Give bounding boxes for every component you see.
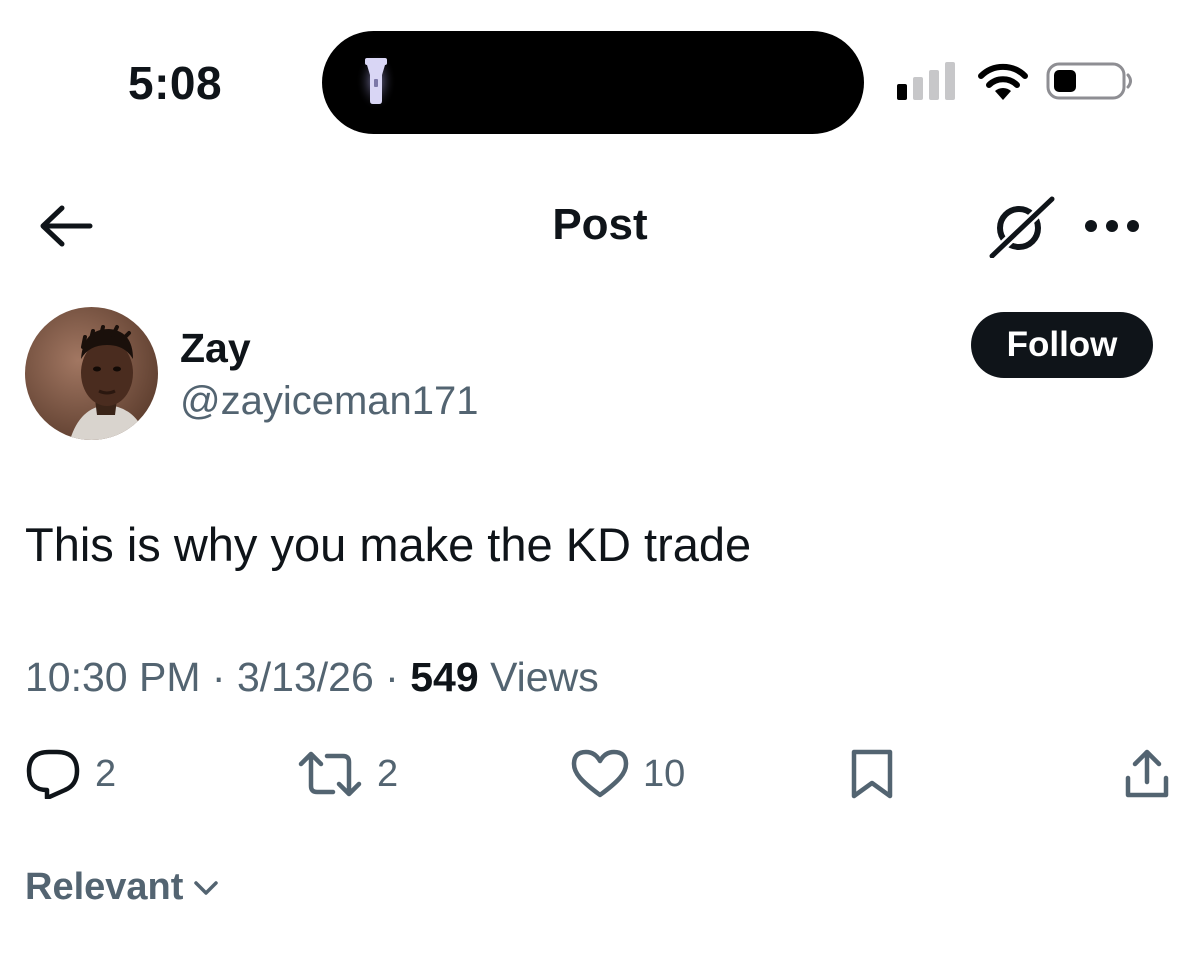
views-label[interactable]: Views	[490, 654, 599, 700]
post-time[interactable]: 10:30 PM	[25, 654, 201, 700]
dynamic-island	[322, 31, 864, 134]
avatar-image	[25, 307, 158, 440]
like-button[interactable]: 10	[571, 744, 685, 804]
author-name[interactable]: Zay	[180, 325, 251, 372]
more-options-icon[interactable]	[1084, 219, 1140, 233]
status-time: 5:08	[128, 57, 223, 109]
reply-icon	[26, 749, 80, 799]
post-screen: 5:08 Post Zay @zayiceman171 Follow This …	[0, 0, 1200, 959]
post-date[interactable]: 3/13/26	[237, 654, 374, 700]
share-button[interactable]	[1124, 744, 1170, 804]
meta-separator: ·	[211, 654, 226, 700]
reply-button[interactable]: 2	[25, 744, 116, 804]
author-handle[interactable]: @zayiceman171	[180, 379, 479, 424]
post-meta: 10:30 PM · 3/13/26 · 549 Views	[25, 654, 599, 701]
avatar[interactable]	[25, 307, 158, 440]
views-count[interactable]: 549	[410, 654, 478, 700]
battery-icon	[1046, 62, 1132, 100]
sort-label: Relevant	[25, 866, 184, 908]
reply-count: 2	[95, 752, 117, 795]
repost-icon	[298, 751, 362, 797]
follow-button[interactable]: Follow	[971, 312, 1153, 378]
heart-icon	[571, 749, 629, 798]
chevron-down-icon	[194, 880, 219, 895]
bookmark-button[interactable]	[848, 744, 896, 804]
wifi-icon	[978, 63, 1028, 100]
grok-icon[interactable]	[986, 196, 1056, 258]
sort-replies-dropdown[interactable]: Relevant	[25, 866, 219, 909]
share-icon	[1125, 749, 1169, 798]
cellular-signal-icon	[897, 62, 955, 100]
post-text: This is why you make the KD trade	[25, 518, 752, 571]
meta-separator: ·	[385, 654, 399, 700]
like-count: 10	[643, 752, 686, 795]
repost-button[interactable]: 2	[297, 744, 398, 804]
repost-count: 2	[377, 752, 399, 795]
flashlight-icon	[356, 51, 396, 111]
bookmark-icon	[851, 749, 893, 799]
